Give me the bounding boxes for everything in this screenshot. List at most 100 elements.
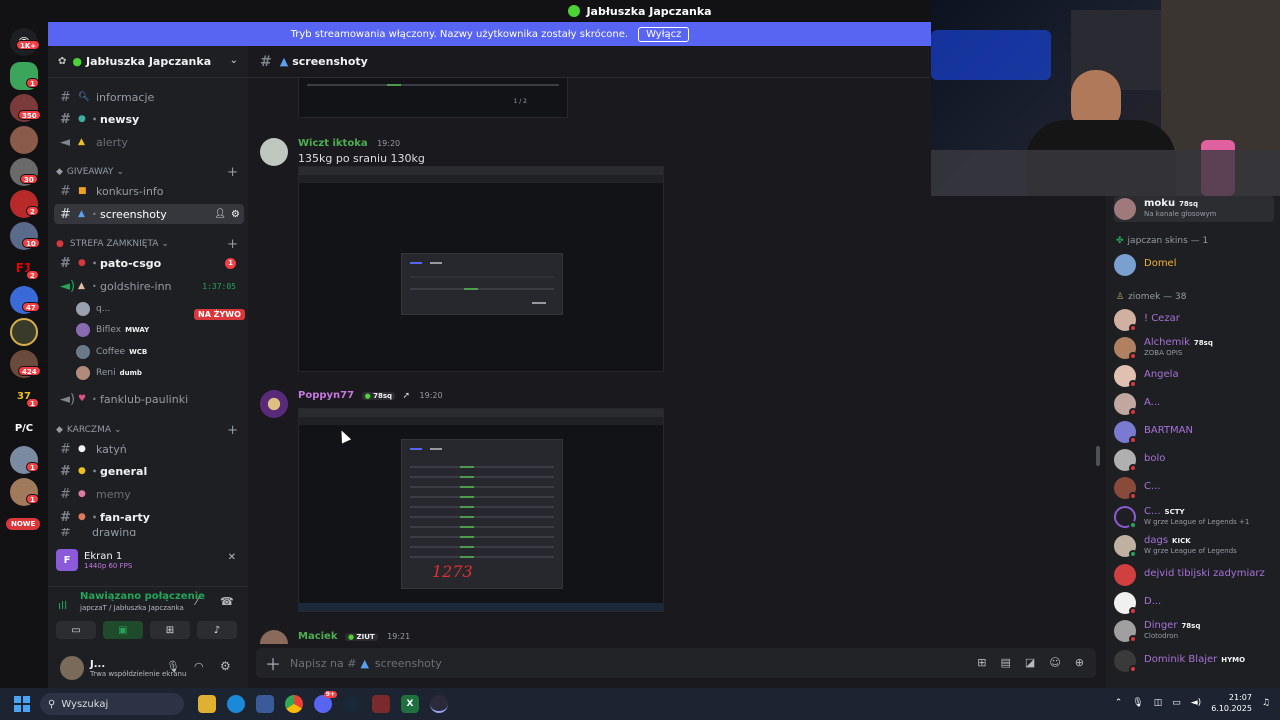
avatar[interactable] [60,656,84,680]
add-channel-icon[interactable]: + [227,165,238,180]
steam-icon[interactable] [343,695,361,713]
channel-konkurs-info[interactable]: # ■ konkurs-info [54,181,244,201]
edge-icon[interactable] [227,695,245,713]
message-author[interactable]: Poppyn77 ● 78sq ➚ 19:20 [298,390,443,401]
chevron-up-icon[interactable]: ⌃ [1115,698,1123,708]
member-bartman[interactable]: BARTMAN [1114,419,1278,445]
voice-user-3[interactable]: Reni dumb [76,364,142,382]
avatar[interactable] [260,390,288,418]
volume-icon[interactable]: ◄) [1191,698,1201,708]
guild-header[interactable]: ✿ ● Jabłuszka Japczanka ⌄ [48,46,248,78]
avatar[interactable] [260,138,288,166]
channel-fan-arty[interactable]: # ● • fan-arty [54,507,244,527]
game-icon[interactable] [372,695,390,713]
member-dags[interactable]: dags KICK W grze League of Legends [1114,533,1278,559]
gif-icon[interactable]: ▤ [1001,656,1011,669]
scrollbar-thumb[interactable] [1096,446,1100,466]
hash-icon: # [60,183,71,199]
member-cezar[interactable]: ! Cezar [1114,307,1278,333]
noise-suppression-icon[interactable]: ⁄ [196,595,198,608]
message-1-image[interactable] [298,166,664,372]
category-strefa-zamknieta[interactable]: ● STREFA ZAMKNIĘTA ⌄ + [56,236,242,252]
gear-icon[interactable]: ⚙ [231,209,240,220]
connection-status[interactable]: Nawiązano połączenie [80,591,205,602]
member-bolo[interactable]: bolo [1114,447,1278,473]
member-sub: W grze League of Legends [1144,547,1237,555]
server-3[interactable] [10,126,38,154]
member-c1[interactable]: C... [1114,475,1278,501]
discord-icon[interactable]: 9+ [314,691,337,713]
add-channel-icon[interactable]: + [227,237,238,252]
clock[interactable]: 21:07 6.10.2025 [1211,692,1252,714]
camera-button[interactable]: ▭ [56,621,96,639]
member-c2[interactable]: C... SCTY W grze League of Legends +1 [1114,504,1278,530]
previous-screenshot[interactable]: 1 / 2 [298,78,568,118]
chevron-down-icon[interactable]: ⌄ [230,55,238,66]
emoji-icon[interactable]: ☺ [1049,656,1060,669]
avatar[interactable] [260,630,288,644]
obs-icon[interactable] [430,695,448,713]
apps-icon[interactable]: ⊕ [1075,656,1084,669]
disable-streamer-mode-button[interactable]: Wyłącz [638,26,690,42]
member-dinger[interactable]: Dinger 78sq Clotodron [1114,618,1278,644]
close-stream-icon[interactable]: ✕ [228,552,236,563]
channel-goldshire-inn[interactable]: ◄) ▲ • goldshire-inn 1:37:05 [54,276,244,296]
voice-user-0[interactable]: q... [76,300,110,318]
settings-gear-icon[interactable]: ⚙ [220,659,231,673]
soundboard-button[interactable]: ♪ [197,621,237,639]
channel-screenshoty[interactable]: # ▲ • screenshoty 👤︎ ⚙ [54,204,244,224]
gift-icon[interactable]: ⊞ [977,656,986,669]
add-channel-icon[interactable]: + [227,423,238,438]
channel-general[interactable]: # ● • general [54,461,244,481]
badge-10: 1 [26,462,39,472]
member-dejvid[interactable]: dejvid tibijski zadymiarz [1114,562,1278,588]
notification-bell-icon[interactable]: ♫ [1262,698,1270,708]
signal-icon[interactable]: ıll [58,599,67,612]
message-author[interactable]: Wiczt iktoka 19:20 [298,138,400,149]
disconnect-icon[interactable]: ☎ [220,595,234,608]
message-author[interactable]: Maciek ● ZIUT 19:21 [298,631,410,642]
message-composer[interactable]: ＋ Napisz na # ▲ screenshoty ⊞ ▤ ◪ ☺ ⊕ [256,648,1096,678]
dot-icon: • [92,512,98,522]
category-karczma[interactable]: ◆ KARCZMA ⌄ + [56,422,242,438]
channel-alerty[interactable]: ◄ ▲ alerty [54,132,244,152]
camera-icon[interactable]: ◫ [1154,698,1163,708]
member-alchemik[interactable]: Alchemik 78sq ZOBA OPIS [1114,335,1278,361]
member-domel[interactable]: Domel [1114,252,1278,278]
headphones-icon[interactable]: ◠ [194,660,204,673]
activity-button[interactable]: ⊞ [150,621,190,639]
channel-newsy[interactable]: # ● • newsy [54,109,244,129]
member-angela[interactable]: Angela [1114,363,1278,389]
channel-katyn[interactable]: # ● katyń [54,439,244,459]
store-icon[interactable] [256,695,274,713]
microphone-icon[interactable]: 🎙︎ [166,660,180,673]
taskbar-search[interactable]: ⚲ Wyszukaj [40,693,184,715]
excel-icon[interactable]: X [401,695,419,713]
network-icon[interactable]: ▭ [1172,698,1181,708]
add-attachment-icon[interactable]: ＋ [256,651,290,675]
sticker-icon[interactable]: ◪ [1025,656,1035,669]
server-pc[interactable]: P/C [10,414,38,442]
channel-pato-csgo[interactable]: # ● • pato-csgo 1 [54,253,244,273]
file-explorer-icon[interactable] [198,695,216,713]
channel-informacje[interactable]: # 🔍︎ informacje [54,87,244,107]
member-d[interactable]: D... [1114,590,1278,616]
channel-drawing[interactable]: # drawing [54,528,244,536]
voice-user-1[interactable]: Biflex MWAY [76,321,149,339]
channel-fanklub-paulinki[interactable]: ◄) ♥ • fanklub-paulinki [54,389,244,409]
member-name: C... [1144,481,1161,492]
channel-memy[interactable]: # ● memy [54,484,244,504]
microphone-icon[interactable]: 🎙︎ [1132,698,1143,708]
member-dominik-blajer[interactable]: Dominik Blajer HYMO [1114,648,1278,674]
windows-start-icon[interactable] [14,696,30,712]
member-a[interactable]: A... [1114,391,1278,417]
member-moku[interactable]: moku 78sq Na kanale głosowym [1114,196,1274,222]
chrome-icon[interactable] [285,695,303,713]
add-member-icon[interactable]: 👤︎ [215,209,226,219]
voice-user-2[interactable]: Coffee WCB [76,343,147,361]
message-2-image[interactable]: 1273 [298,408,664,612]
new-servers-pill[interactable]: NOWE [6,518,41,530]
category-giveaway[interactable]: ◆ GIVEAWAY ⌄ + [56,164,242,180]
screen-share-button[interactable]: ▣ [103,621,143,639]
server-9[interactable] [10,318,38,346]
